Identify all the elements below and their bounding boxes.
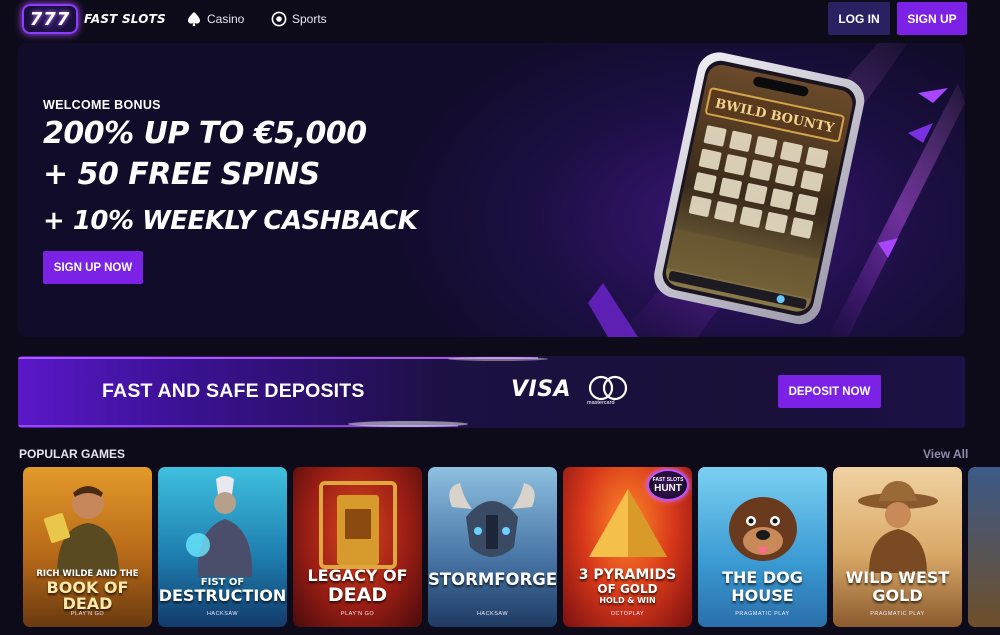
hero-headline-3: + 10% WEEKLY CASHBACK	[43, 206, 418, 236]
popular-games-title: POPULAR GAMES	[19, 447, 126, 461]
game-title-top: LEGACY OF	[307, 566, 408, 585]
game-provider: OCTOPLAY	[610, 611, 645, 617]
game-title: BOOK OF DEAD	[46, 578, 129, 613]
phone-slot-illustration: BWILD BOUNTY	[588, 43, 965, 337]
nav-sports-label: Sports	[292, 12, 327, 26]
game-tile-partial[interactable]	[968, 467, 1000, 627]
hero-headline-1: 200% UP TO €5,000	[43, 116, 367, 151]
game-tile-wild-west-gold[interactable]: WILD WEST GOLD PRAGMATIC PLAY	[833, 467, 962, 627]
login-button[interactable]: LOG IN	[828, 2, 890, 35]
game-provider: PLAY'N GO	[70, 611, 105, 617]
rich-wilde-art	[43, 486, 119, 575]
warrior-art	[186, 476, 253, 577]
logo-mark: 777	[22, 4, 78, 34]
mastercard-label: mastercard	[587, 400, 615, 406]
game-title: STORMFORGED	[428, 570, 557, 589]
game-title-top: 3 PYRAMIDS	[578, 567, 677, 583]
soccer-ball-icon	[271, 11, 287, 27]
game-provider: PRAGMATIC PLAY	[735, 611, 790, 617]
logo-text: FAST SLOTS	[84, 12, 166, 26]
game-tile-3-pyramids-of-gold[interactable]: FAST SLOTS HUNT 3 PYRAMIDS OF GOLD HOLD …	[563, 467, 692, 627]
spade-icon	[188, 12, 200, 26]
viking-helmet-art	[449, 483, 535, 557]
visa-logo: VISA	[511, 377, 572, 402]
game-provider: PLAY'N GO	[340, 611, 375, 617]
nav-sports[interactable]: Sports	[271, 8, 327, 30]
deposits-banner: FAST AND SAFE DEPOSITS VISA mastercard D…	[18, 356, 965, 428]
fast-slots-hunt-badge: FAST SLOTS HUNT	[647, 469, 689, 501]
hero-headline-2: + 50 FREE SPINS	[43, 157, 320, 192]
hero-signup-now-button[interactable]: SIGN UP NOW	[43, 251, 143, 284]
game-tile-stormforged[interactable]: STORMFORGED HACKSAW	[428, 467, 557, 627]
game-tile-legacy-of-dead[interactable]: LEGACY OF DEAD PLAY'N GO	[293, 467, 422, 627]
signup-button[interactable]: SIGN UP	[897, 2, 967, 35]
welcome-bonus-banner[interactable]: WELCOME BONUS 200% UP TO €5,000 + 50 FRE…	[18, 43, 965, 337]
nav-casino[interactable]: Casino	[186, 8, 244, 30]
view-all-link[interactable]: View All	[923, 447, 968, 461]
dog-mascot-art	[729, 497, 797, 561]
game-title-top: THE DOG	[722, 568, 803, 587]
game-provider: HACKSAW	[476, 611, 509, 617]
golden-sarcophagus-art	[319, 481, 397, 569]
nav-casino-label: Casino	[207, 12, 245, 26]
game-title: GOLD	[872, 586, 923, 605]
deposits-title: FAST AND SAFE DEPOSITS	[102, 380, 365, 402]
game-title: OF GOLD	[597, 582, 658, 596]
game-title: DESTRUCTION	[158, 586, 287, 605]
site-logo[interactable]: 777 FAST SLOTS	[22, 3, 172, 35]
game-title: DEAD	[327, 584, 388, 606]
hero-eyebrow: WELCOME BONUS	[43, 98, 161, 112]
game-title-top: WILD WEST	[845, 568, 950, 587]
deposit-now-button[interactable]: DEPOSIT NOW	[778, 375, 881, 408]
game-provider: HACKSAW	[206, 611, 239, 617]
top-nav-bar: 777 FAST SLOTS Casino Sports LOG IN SIGN…	[0, 0, 1000, 38]
game-title-sub: HOLD & WIN	[599, 596, 656, 605]
game-tile-book-of-dead[interactable]: RICH WILDE AND THE BOOK OF DEAD PLAY'N G…	[23, 467, 152, 627]
game-title: HOUSE	[731, 586, 794, 605]
game-provider: PRAGMATIC PLAY	[870, 611, 925, 617]
game-tile-the-dog-house[interactable]: THE DOG HOUSE PRAGMATIC PLAY	[698, 467, 827, 627]
game-tile-fist-of-destruction[interactable]: FIST OF DESTRUCTION HACKSAW	[158, 467, 287, 627]
cowboy-art	[858, 481, 938, 573]
